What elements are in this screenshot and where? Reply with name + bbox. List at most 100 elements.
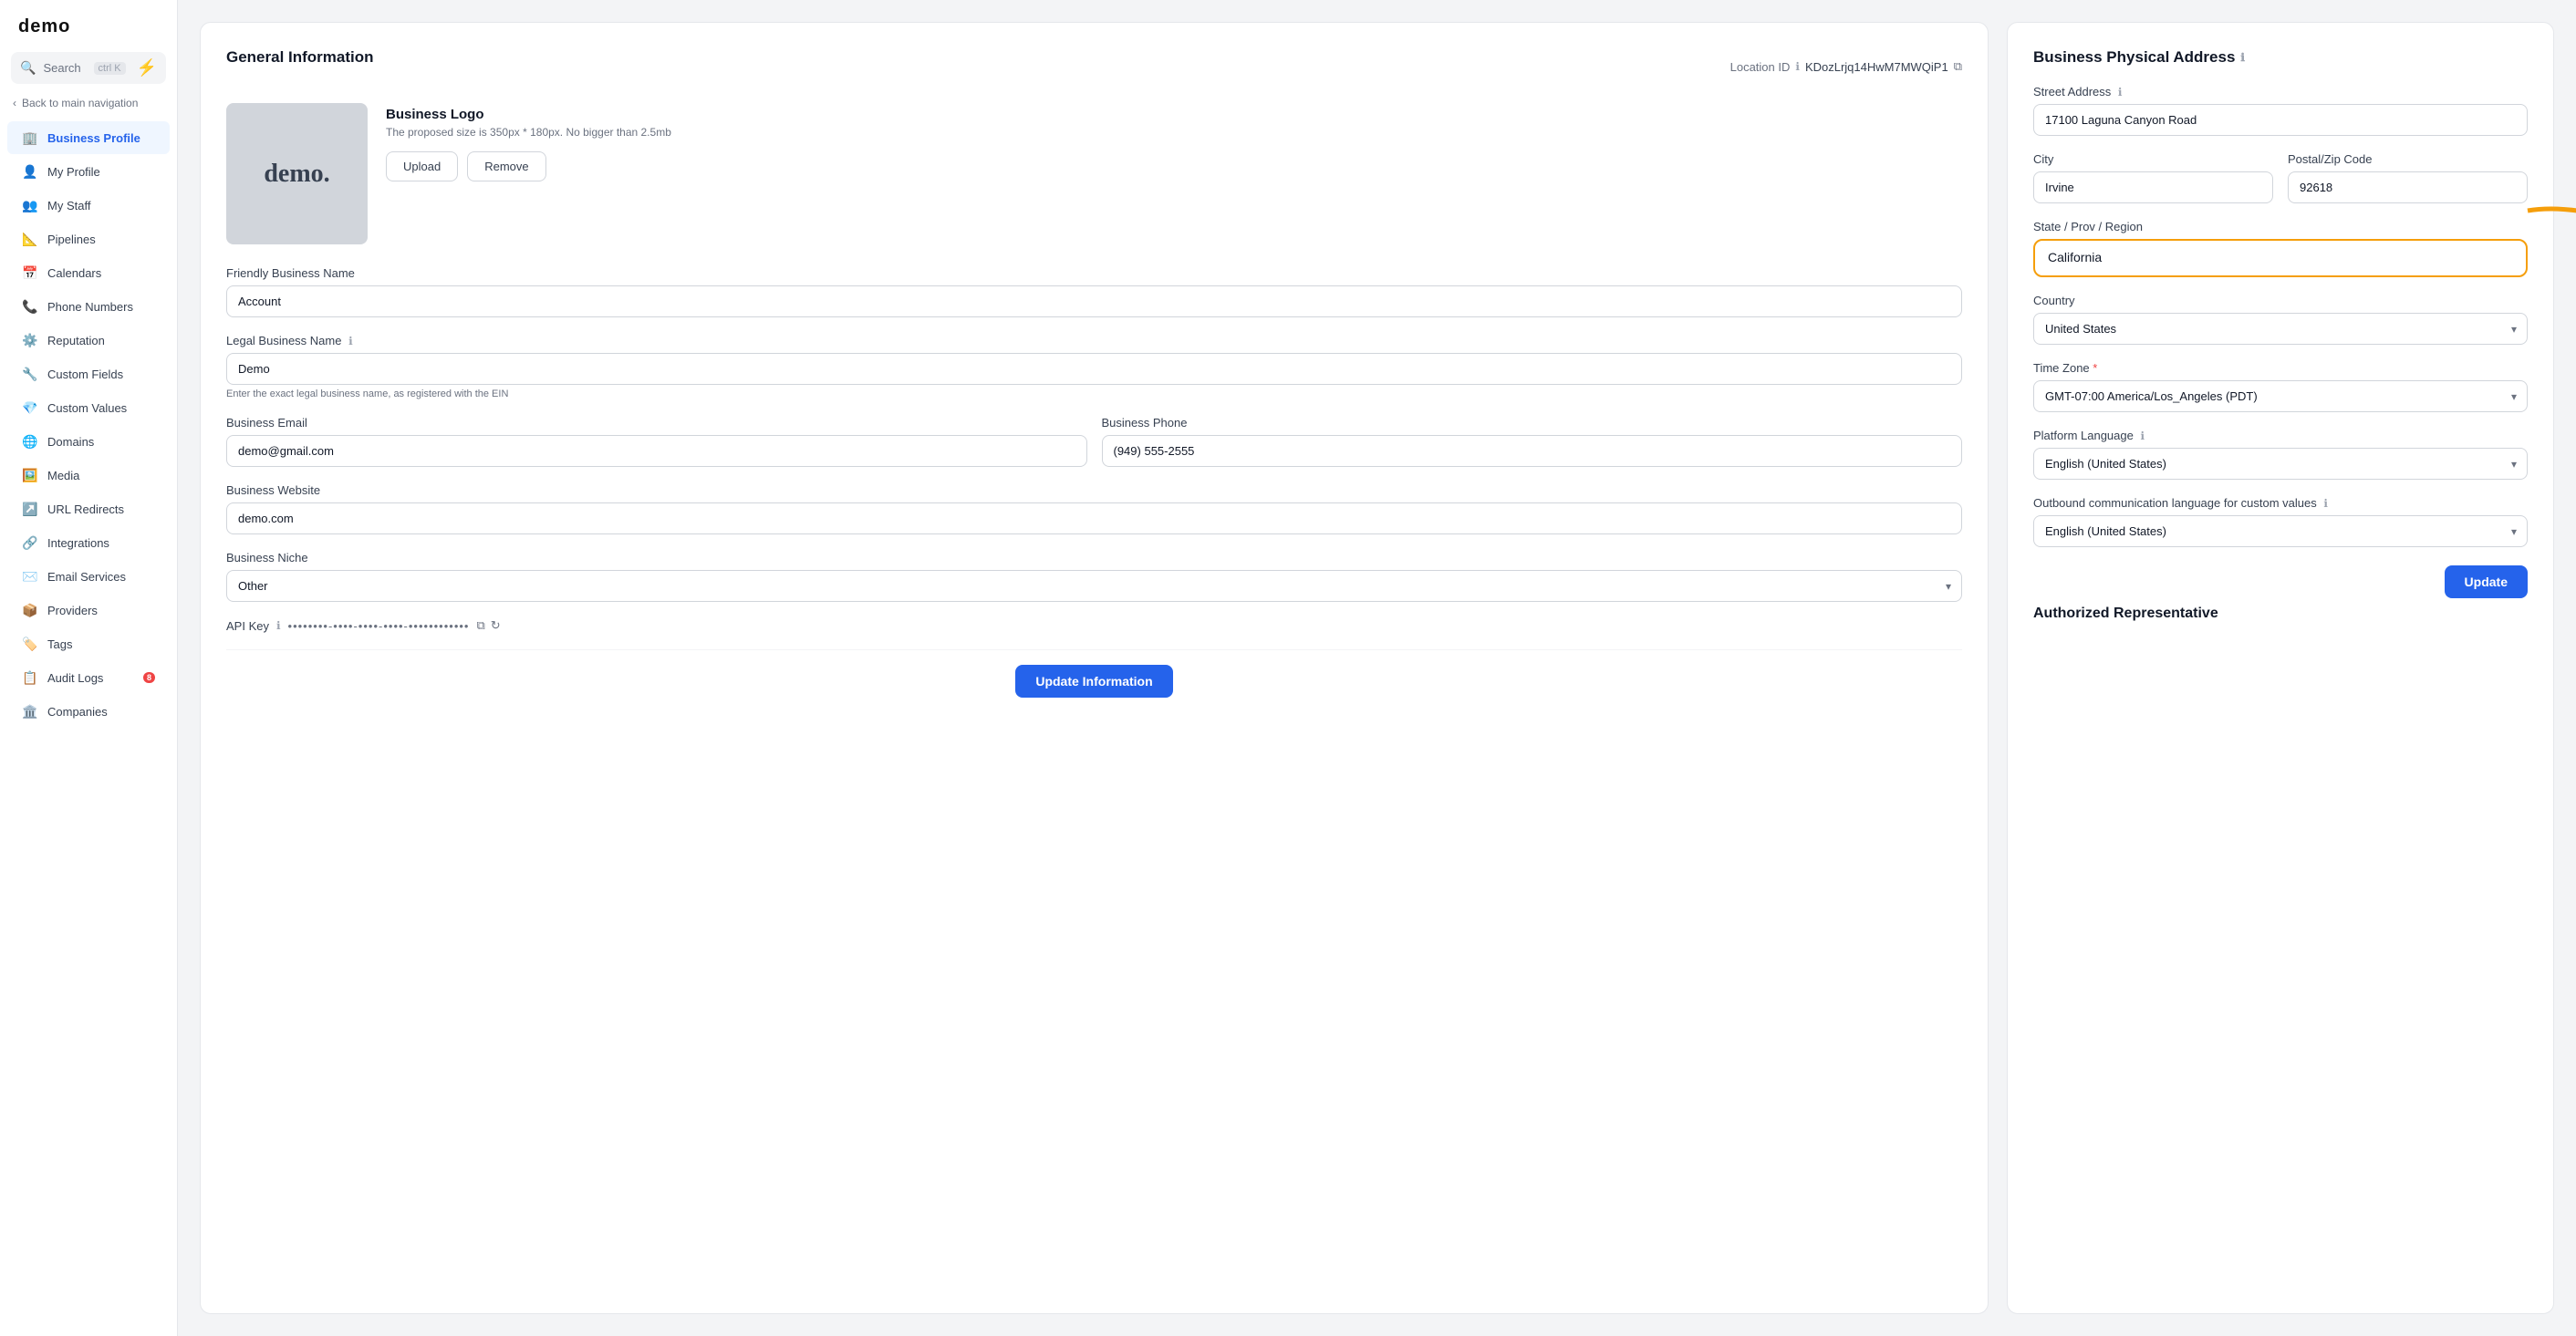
sidebar-item-calendars[interactable]: 📅Calendars (7, 256, 170, 289)
city-group: City (2033, 152, 2273, 203)
website-group: Business Website (226, 483, 1962, 534)
api-key-refresh-icon[interactable]: ↻ (491, 618, 501, 633)
country-label: Country (2033, 294, 2528, 307)
timezone-required: * (2093, 361, 2097, 375)
sidebar-item-media[interactable]: 🖼️Media (7, 459, 170, 492)
sidebar-item-my-profile[interactable]: 👤 My Profile (7, 155, 170, 188)
street-group: Street Address ℹ (2033, 85, 2528, 136)
api-key-value: ••••••••-••••-••••-••••-•••••••••••• (288, 619, 470, 633)
sidebar-item-reputation[interactable]: ⚙️Reputation (7, 324, 170, 357)
outbound-lang-select[interactable]: English (United States) Spanish French (2033, 515, 2528, 547)
sidebar-item-tags[interactable]: 🏷️ Tags (7, 627, 170, 660)
api-key-label: API Key (226, 619, 269, 633)
address-title-row: Business Physical Address ℹ (2033, 48, 2528, 67)
api-key-row: API Key ℹ ••••••••-••••-••••-••••-••••••… (226, 618, 1962, 633)
state-group: State / Prov / Region (2033, 220, 2528, 277)
state-highlighted-box (2033, 239, 2528, 277)
phone-label: Business Phone (1102, 416, 1963, 430)
sidebar-item-custom-values[interactable]: 💎Custom Values (7, 391, 170, 424)
state-input[interactable] (2048, 250, 2513, 264)
sidebar-icon-companies: 🏛️ (22, 703, 38, 720)
chevron-left-icon: ‹ (13, 97, 16, 109)
niche-label: Business Niche (226, 551, 1962, 564)
sidebar-item-domains[interactable]: 🌐 Domains (7, 425, 170, 458)
platform-lang-select[interactable]: English (United States) Spanish French (2033, 448, 2528, 480)
authorized-rep-title: Authorized Representative (2033, 606, 2528, 622)
api-key-copy-icon[interactable]: ⧉ (477, 618, 485, 633)
sidebar-label-reputation: Reputation (47, 334, 105, 347)
location-id-label: Location ID (1730, 60, 1791, 74)
city-input[interactable] (2033, 171, 2273, 203)
update-info-row: Update Information (226, 649, 1962, 698)
sidebar-item-companies[interactable]: 🏛️Companies (7, 695, 170, 728)
remove-button[interactable]: Remove (467, 151, 545, 181)
postal-input[interactable] (2288, 171, 2528, 203)
sidebar-item-business-profile[interactable]: 🏢Business Profile (7, 121, 170, 154)
niche-select[interactable]: Other Marketing Real Estate Healthcare (226, 570, 1962, 602)
street-input[interactable] (2033, 104, 2528, 136)
friendly-name-input[interactable] (226, 285, 1962, 317)
main-content: General Information Location ID ℹ KDozLr… (178, 0, 2576, 1336)
email-input[interactable] (226, 435, 1087, 467)
search-shortcut: ctrl K (94, 62, 126, 75)
sidebar-icon-my-profile: 👤 (22, 163, 38, 180)
website-input[interactable] (226, 502, 1962, 534)
sidebar: demo 🔍 Search ctrl K ⚡ ‹ Back to main na… (0, 0, 178, 1336)
sidebar-item-custom-fields[interactable]: 🔧Custom Fields (7, 357, 170, 390)
friendly-name-label: Friendly Business Name (226, 266, 1962, 280)
search-label: Search (43, 61, 86, 75)
update-information-button[interactable]: Update Information (1015, 665, 1172, 698)
sidebar-label-providers: Providers (47, 604, 98, 617)
sidebar-label-custom-values: Custom Values (47, 401, 127, 415)
timezone-select[interactable]: GMT-07:00 America/Los_Angeles (PDT) GMT-… (2033, 380, 2528, 412)
search-bar[interactable]: 🔍 Search ctrl K ⚡ (11, 52, 166, 84)
sidebar-label-tags: Tags (47, 637, 72, 651)
timezone-label: Time Zone * (2033, 361, 2528, 375)
sidebar-icon-tags: 🏷️ (22, 636, 38, 652)
sidebar-item-integrations[interactable]: 🔗Integrations (7, 526, 170, 559)
sidebar-item-pipelines[interactable]: 📐Pipelines (7, 223, 170, 255)
sidebar-label-business-profile: Business Profile (47, 131, 140, 145)
country-group: Country United States Canada United King… (2033, 294, 2528, 345)
country-select[interactable]: United States Canada United Kingdom Aust… (2033, 313, 2528, 345)
legal-name-input[interactable] (226, 353, 1962, 385)
postal-label: Postal/Zip Code (2288, 152, 2528, 166)
sidebar-label-my-profile: My Profile (47, 165, 100, 179)
niche-group: Business Niche Other Marketing Real Esta… (226, 551, 1962, 602)
business-address-card: Business Physical Address ℹ Street Addre… (2007, 22, 2554, 1314)
sidebar-item-email-services[interactable]: ✉️Email Services (7, 560, 170, 593)
logo-buttons: Upload Remove (386, 151, 671, 181)
logo-info: Business Logo The proposed size is 350px… (386, 103, 671, 181)
timezone-group: Time Zone * GMT-07:00 America/Los_Angele… (2033, 361, 2528, 412)
copy-icon[interactable]: ⧉ (1954, 59, 1962, 74)
sidebar-item-url-redirects[interactable]: ↗️URL Redirects (7, 492, 170, 525)
update-address-button[interactable]: Update (2445, 565, 2528, 598)
sidebar-label-custom-fields: Custom Fields (47, 368, 123, 381)
platform-lang-group: Platform Language ℹ English (United Stat… (2033, 429, 2528, 480)
sidebar-icon-domains: 🌐 (22, 433, 38, 450)
sidebar-label-domains: Domains (47, 435, 94, 449)
sidebar-icon-calendars: 📅 (22, 264, 38, 281)
location-id-value: KDozLrjq14HwM7MWQiP1 (1805, 60, 1948, 74)
upload-button[interactable]: Upload (386, 151, 458, 181)
country-select-wrapper: United States Canada United Kingdom Aust… (2033, 313, 2528, 345)
sidebar-icon-url-redirects: ↗️ (22, 501, 38, 517)
email-label: Business Email (226, 416, 1087, 430)
phone-input[interactable] (1102, 435, 1963, 467)
search-icon: 🔍 (20, 60, 36, 76)
sidebar-item-providers[interactable]: 📦 Providers (7, 594, 170, 627)
api-key-actions: ⧉ ↻ (477, 618, 501, 633)
legal-name-hint: Enter the exact legal business name, as … (226, 388, 1962, 399)
platform-lang-label: Platform Language ℹ (2033, 429, 2528, 442)
sidebar-icon-audit-logs: 📋 (22, 669, 38, 686)
sidebar-item-phone-numbers[interactable]: 📞Phone Numbers (7, 290, 170, 323)
outbound-lang-select-wrapper: English (United States) Spanish French (2033, 515, 2528, 547)
email-phone-row: Business Email Business Phone (226, 416, 1962, 467)
sidebar-icon-providers: 📦 (22, 602, 38, 618)
sidebar-item-my-staff[interactable]: 👥My Staff (7, 189, 170, 222)
legal-name-info-icon: ℹ (348, 335, 353, 347)
back-to-main-nav[interactable]: ‹ Back to main navigation (0, 89, 177, 117)
lightning-icon: ⚡ (137, 58, 157, 78)
sidebar-item-audit-logs[interactable]: 📋Audit Logs8 (7, 661, 170, 694)
outbound-lang-group: Outbound communication language for cust… (2033, 496, 2528, 547)
